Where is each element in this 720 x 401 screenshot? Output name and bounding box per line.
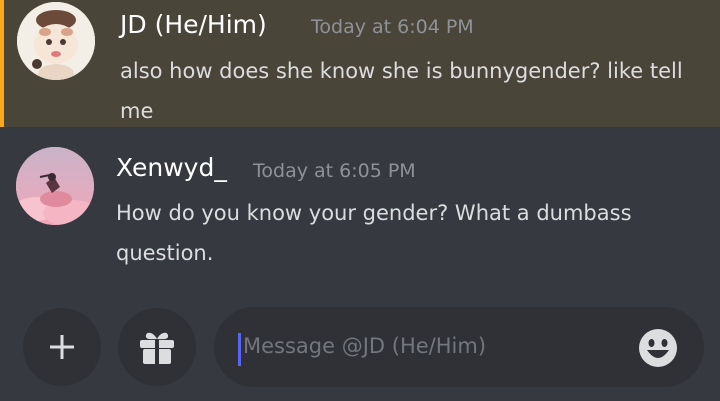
message-text: How do you know your gender? What a dumb… (116, 201, 632, 265)
message-input-placeholder: Message @JD (He/Him) (243, 334, 487, 358)
text-caret (238, 333, 241, 366)
plus-icon (50, 335, 74, 359)
message-input[interactable]: Message @JD (He/Him) (214, 307, 704, 387)
username[interactable]: JD (He/Him) (120, 10, 267, 39)
gift-icon (140, 332, 174, 364)
composer-bar: Message @JD (He/Him) (0, 277, 720, 401)
timestamp: Today at 6:05 PM (253, 160, 416, 182)
timestamp: Today at 6:04 PM (311, 16, 474, 38)
add-button[interactable] (23, 308, 101, 386)
message: Xenwyd_ Today at 6:05 PM How do you know… (0, 127, 720, 277)
message-highlighted: JD (He/Him) Today at 6:04 PM also how do… (0, 0, 720, 127)
emoji-icon (639, 329, 677, 367)
message-text: also how does she know she is bunnygende… (120, 59, 683, 123)
username[interactable]: Xenwyd_ (116, 153, 227, 182)
gift-button[interactable] (118, 308, 196, 386)
avatar-xenwyd[interactable] (16, 147, 94, 225)
avatar-jd[interactable] (17, 2, 95, 80)
emoji-button[interactable] (638, 328, 678, 368)
